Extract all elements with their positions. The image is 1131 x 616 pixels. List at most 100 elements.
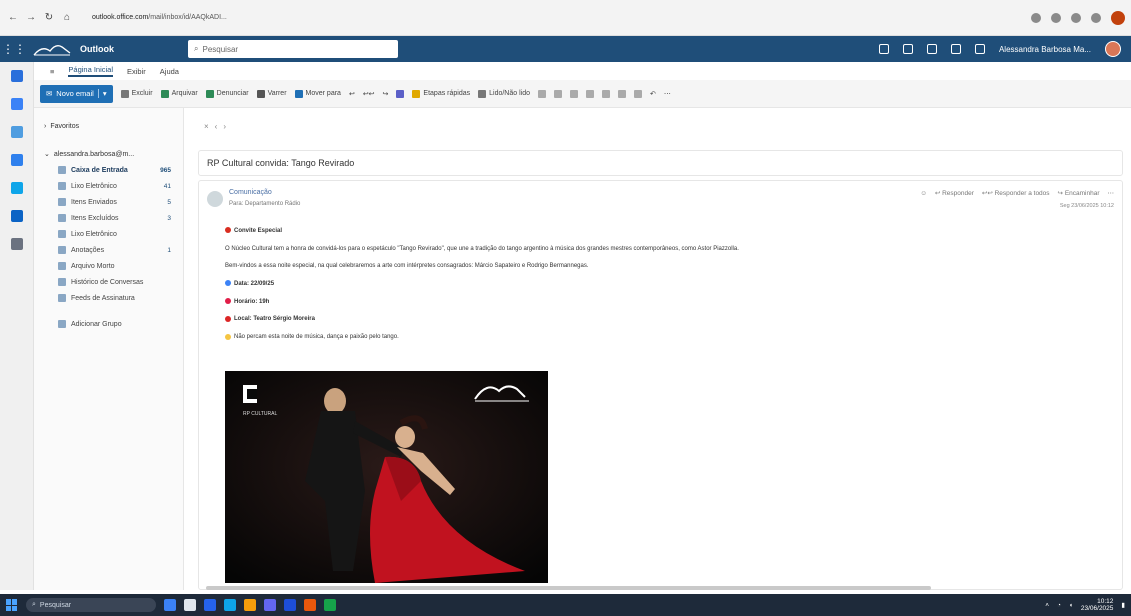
more-options-icon[interactable]: ⋯ <box>1108 189 1115 197</box>
calendar-app-icon[interactable] <box>0 90 34 118</box>
todo-app-icon[interactable] <box>0 146 34 174</box>
file-explorer-icon[interactable] <box>184 599 196 611</box>
print-icon[interactable] <box>618 89 626 98</box>
forward-icon[interactable]: → <box>24 11 38 25</box>
chevron-up-icon[interactable]: ‹ <box>215 122 218 131</box>
reply-all-icon[interactable]: ↩↩ <box>363 90 375 98</box>
chevron-down-icon[interactable]: › <box>223 122 226 131</box>
extension-icon[interactable] <box>1031 12 1041 23</box>
teams-icon[interactable] <box>902 44 913 54</box>
word-icon[interactable] <box>204 599 216 611</box>
folder-label: Lixo Eletrônico <box>71 182 117 190</box>
folder-item-deleted[interactable]: Itens Excluídos 3 <box>44 210 183 226</box>
chrome-icon[interactable] <box>304 599 316 611</box>
task-view-icon[interactable] <box>164 599 176 611</box>
wifi-icon[interactable]: ◔ <box>1057 602 1061 609</box>
folder-label: Arquivo Morto <box>71 262 115 270</box>
teams-share-icon[interactable] <box>396 89 405 98</box>
tab-home[interactable]: Página Inicial <box>68 65 114 77</box>
extensions-icon[interactable] <box>1071 12 1081 23</box>
reply-all-button[interactable]: ↩↩ Responder a todos <box>982 189 1050 197</box>
windows-taskbar: ⌕ Pesquisar ˄ ◔ ◖ 10:12 23/06/2025 ▮ <box>0 594 1131 616</box>
categorize-icon[interactable] <box>538 89 546 98</box>
quick-steps-button[interactable]: Etapas rápidas <box>412 89 470 98</box>
reply-button[interactable]: ↩ Responder <box>935 189 974 197</box>
teams-icon[interactable] <box>264 599 276 611</box>
compose-icon: ✉ <box>46 89 53 98</box>
people-app-icon[interactable] <box>0 118 34 146</box>
reply-icon[interactable]: ↩ <box>349 90 355 98</box>
taskbar-search[interactable]: ⌕ Pesquisar <box>26 598 156 612</box>
folder-item-inbox[interactable]: Caixa de Entrada 965 <box>44 162 183 178</box>
sent-icon <box>58 198 66 206</box>
more-options-icon[interactable]: ⋯ <box>664 90 671 98</box>
folder-icon[interactable] <box>244 599 256 611</box>
report-button[interactable]: Denunciar <box>205 89 249 98</box>
outlook-icon[interactable] <box>284 599 296 611</box>
chevron-down-icon[interactable]: ▾ <box>97 89 107 98</box>
profile-icon[interactable] <box>1111 10 1125 25</box>
files-app-icon[interactable] <box>0 174 34 202</box>
folder-item-rss[interactable]: Feeds de Assinatura <box>44 290 183 306</box>
mail-app-icon[interactable] <box>0 62 34 90</box>
favorites-icon[interactable] <box>1051 12 1061 23</box>
forward-mail-icon[interactable]: ↪ <box>383 90 389 98</box>
archive-button[interactable]: Arquivar <box>160 89 198 98</box>
close-icon[interactable]: × <box>204 122 209 131</box>
delete-button[interactable]: Excluir <box>120 89 153 98</box>
excel-icon[interactable] <box>324 599 336 611</box>
settings-icon[interactable] <box>950 44 961 54</box>
account-header[interactable]: ⌄ alessandra.barbosa@m... <box>44 146 183 162</box>
home-icon[interactable]: ⌂ <box>60 11 74 25</box>
tab-view[interactable]: Exibir <box>127 67 146 76</box>
chevron-up-icon[interactable]: ˄ <box>1045 602 1049 609</box>
folder-item-conversation-history[interactable]: Histórico de Conversas <box>44 274 183 290</box>
emoji-icon[interactable]: ☺ <box>920 190 927 197</box>
start-button[interactable] <box>6 599 18 611</box>
favorites-header[interactable]: › Favoritos <box>44 118 183 134</box>
new-mail-label: Novo email <box>56 89 94 98</box>
avatar[interactable] <box>1105 41 1121 57</box>
folder-item-notes[interactable]: Anotações 1 <box>44 242 183 258</box>
read-unread-button[interactable]: Lido/Não lido <box>478 89 530 98</box>
tab-help[interactable]: Ajuda <box>160 67 179 76</box>
folder-item-junk-2[interactable]: Lixo Eletrônico <box>44 226 183 242</box>
help-icon[interactable] <box>974 44 985 54</box>
notification-icon[interactable]: ▮ <box>1121 601 1125 609</box>
snooze-icon[interactable] <box>586 89 594 98</box>
sender-name[interactable]: Comunicação <box>229 189 272 196</box>
search-input[interactable]: ⌕ Pesquisar <box>188 40 398 58</box>
event-photo: RP CULTURAL <box>225 371 548 583</box>
address-bar[interactable]: outlook.office.com /mail/inbox/id/AAQkAD… <box>86 8 926 28</box>
horizontal-scrollbar[interactable] <box>206 586 931 590</box>
policy-icon[interactable] <box>602 89 610 98</box>
volume-icon[interactable]: ◖ <box>1069 602 1073 609</box>
move-to-button[interactable]: Mover para <box>294 89 341 98</box>
folder-item-junk[interactable]: Lixo Eletrônico 41 <box>44 178 183 194</box>
folder-item-sent[interactable]: Itens Enviados 5 <box>44 194 183 210</box>
refresh-icon[interactable]: ↻ <box>42 11 56 25</box>
notifications-icon[interactable] <box>926 44 937 54</box>
message-nav: × ‹ › <box>204 122 226 131</box>
app-launcher-icon[interactable]: ⋮⋮ <box>0 36 28 62</box>
undo-icon[interactable]: ↶ <box>650 90 656 98</box>
browser-toolbar: ← → ↻ ⌂ outlook.office.com /mail/inbox/i… <box>0 0 1131 36</box>
meet-icon[interactable] <box>878 44 889 54</box>
clock[interactable]: 10:12 23/06/2025 <box>1081 598 1114 612</box>
edge-icon[interactable] <box>224 599 236 611</box>
new-mail-button[interactable]: ✉ Novo email ▾ <box>40 84 113 103</box>
onedrive-app-icon[interactable] <box>0 202 34 230</box>
sweep-button[interactable]: Varrer <box>256 89 287 98</box>
pin-icon[interactable] <box>570 89 578 98</box>
collapse-pane-icon[interactable]: ≡ <box>50 67 54 76</box>
user-name[interactable]: Alessandra Barbosa Ma... <box>999 45 1091 54</box>
add-group-link[interactable]: Adicionar Grupo <box>44 316 183 332</box>
translate-icon[interactable] <box>634 89 642 98</box>
forward-button[interactable]: ↪ Encaminhar <box>1058 189 1100 197</box>
folder-item-archive[interactable]: Arquivo Morto <box>44 258 183 274</box>
more-apps-icon[interactable] <box>0 230 34 258</box>
back-icon[interactable]: ← <box>6 11 20 25</box>
flag-icon[interactable] <box>554 89 562 98</box>
sender-avatar[interactable] <box>207 191 223 207</box>
collections-icon[interactable] <box>1091 12 1101 23</box>
